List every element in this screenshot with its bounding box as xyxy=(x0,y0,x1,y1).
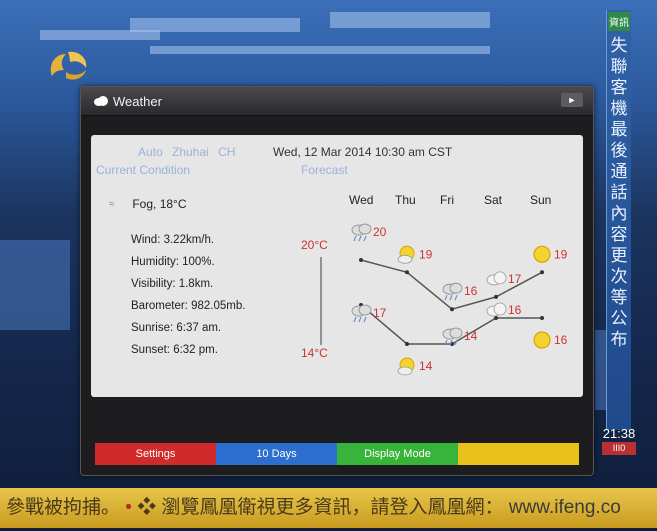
ten-days-button[interactable]: 10 Days xyxy=(216,443,337,465)
cloud-icon xyxy=(486,271,507,286)
ifeng-logo xyxy=(50,51,87,80)
side-news-char: 客 xyxy=(610,78,628,97)
high-temp-line-point xyxy=(494,294,498,299)
sun-cloud-icon xyxy=(397,245,415,264)
high-temp-line-point xyxy=(540,270,544,275)
rain-cloud-icon xyxy=(351,304,372,323)
low-temp-line-point xyxy=(540,316,544,320)
ticker-url: www.ifeng.co xyxy=(508,497,621,518)
side-news-char: 話 xyxy=(610,183,628,202)
news-badge: 資訊 xyxy=(608,12,630,31)
high-temp-thu: 19 xyxy=(419,247,433,261)
side-news-char: 機 xyxy=(610,99,628,118)
low-temp-sat: 16 xyxy=(508,303,522,317)
low-temp-line-point xyxy=(494,316,498,320)
display-mode-button[interactable]: Display Mode xyxy=(337,443,458,465)
high-temp-sat: 17 xyxy=(508,272,522,286)
high-temp-line-point xyxy=(405,270,409,275)
rain-cloud-icon xyxy=(351,223,372,242)
window-title: Weather xyxy=(113,93,162,109)
low-temp-sun: 16 xyxy=(554,333,568,347)
expand-button[interactable]: ► xyxy=(561,93,583,107)
low-temp-line-point xyxy=(405,342,409,346)
settings-button[interactable]: Settings xyxy=(95,443,216,465)
high-temp-sun: 19 xyxy=(554,247,568,261)
low-temp-thu: 14 xyxy=(419,359,433,373)
yellow-button[interactable] xyxy=(458,443,579,465)
ticker-text-1: 參戰被拘捕。 xyxy=(6,497,121,518)
ticker-text-2: 瀏覽鳳凰衛視更多資訊，請登入鳳凰網： xyxy=(161,497,504,518)
sun-icon xyxy=(533,245,551,263)
side-news-char: 公 xyxy=(610,309,628,328)
side-news-char: 次 xyxy=(610,267,628,286)
side-news-char: 聯 xyxy=(610,57,628,76)
high-temp-line-point xyxy=(359,258,363,262)
side-news-char: 容 xyxy=(610,225,628,244)
title-bar: Weather xyxy=(81,87,593,116)
sun-icon xyxy=(533,331,551,349)
weather-window: Weather ► Auto Zhuhai CH Wed, 12 Mar 201… xyxy=(80,86,594,476)
tv-clock: 21:38 III0 xyxy=(602,427,636,455)
news-ticker: 參戰被拘捕。 • ❖ 瀏覽鳳凰衛視更多資訊，請登入鳳凰網： www.ifeng.… xyxy=(0,488,657,528)
clock-time: 21:38 xyxy=(602,426,636,441)
high-temp-wed: 20 xyxy=(373,225,387,239)
high-temp-fri: 16 xyxy=(464,284,478,298)
side-news-char: 後 xyxy=(610,141,628,160)
side-news-char: 布 xyxy=(610,330,628,349)
rain-cloud-icon xyxy=(442,282,463,301)
side-news-strip: 資訊 失聯客機最後通話內容更次等公布 xyxy=(606,10,631,430)
ticker-separator: • xyxy=(125,497,132,518)
weather-cloud-icon xyxy=(94,96,108,106)
side-news-text: 失聯客機最後通話內容更次等公布 xyxy=(607,35,631,350)
side-news-char: 通 xyxy=(610,162,628,181)
low-temp-wed: 17 xyxy=(373,306,387,320)
footer-buttons: Settings 10 Days Display Mode xyxy=(95,443,579,465)
forecast-lines: 20 17 19 14 16 14 17 16 19 16 xyxy=(320,223,568,376)
side-news-char: 失 xyxy=(610,36,628,55)
weather-panel: Auto Zhuhai CH Wed, 12 Mar 2014 10:30 am… xyxy=(91,135,583,397)
ifeng-mini-icon: ❖ xyxy=(137,497,157,518)
side-news-char: 最 xyxy=(610,120,628,139)
side-news-char: 更 xyxy=(610,246,628,265)
high-temp-line-point xyxy=(450,307,454,312)
low-temp-fri: 14 xyxy=(464,329,478,343)
sun-cloud-icon xyxy=(397,357,415,376)
side-news-char: 等 xyxy=(610,288,628,307)
channel-badge: III0 xyxy=(602,442,636,455)
side-news-char: 內 xyxy=(610,204,628,223)
cloud-icon xyxy=(486,302,507,317)
